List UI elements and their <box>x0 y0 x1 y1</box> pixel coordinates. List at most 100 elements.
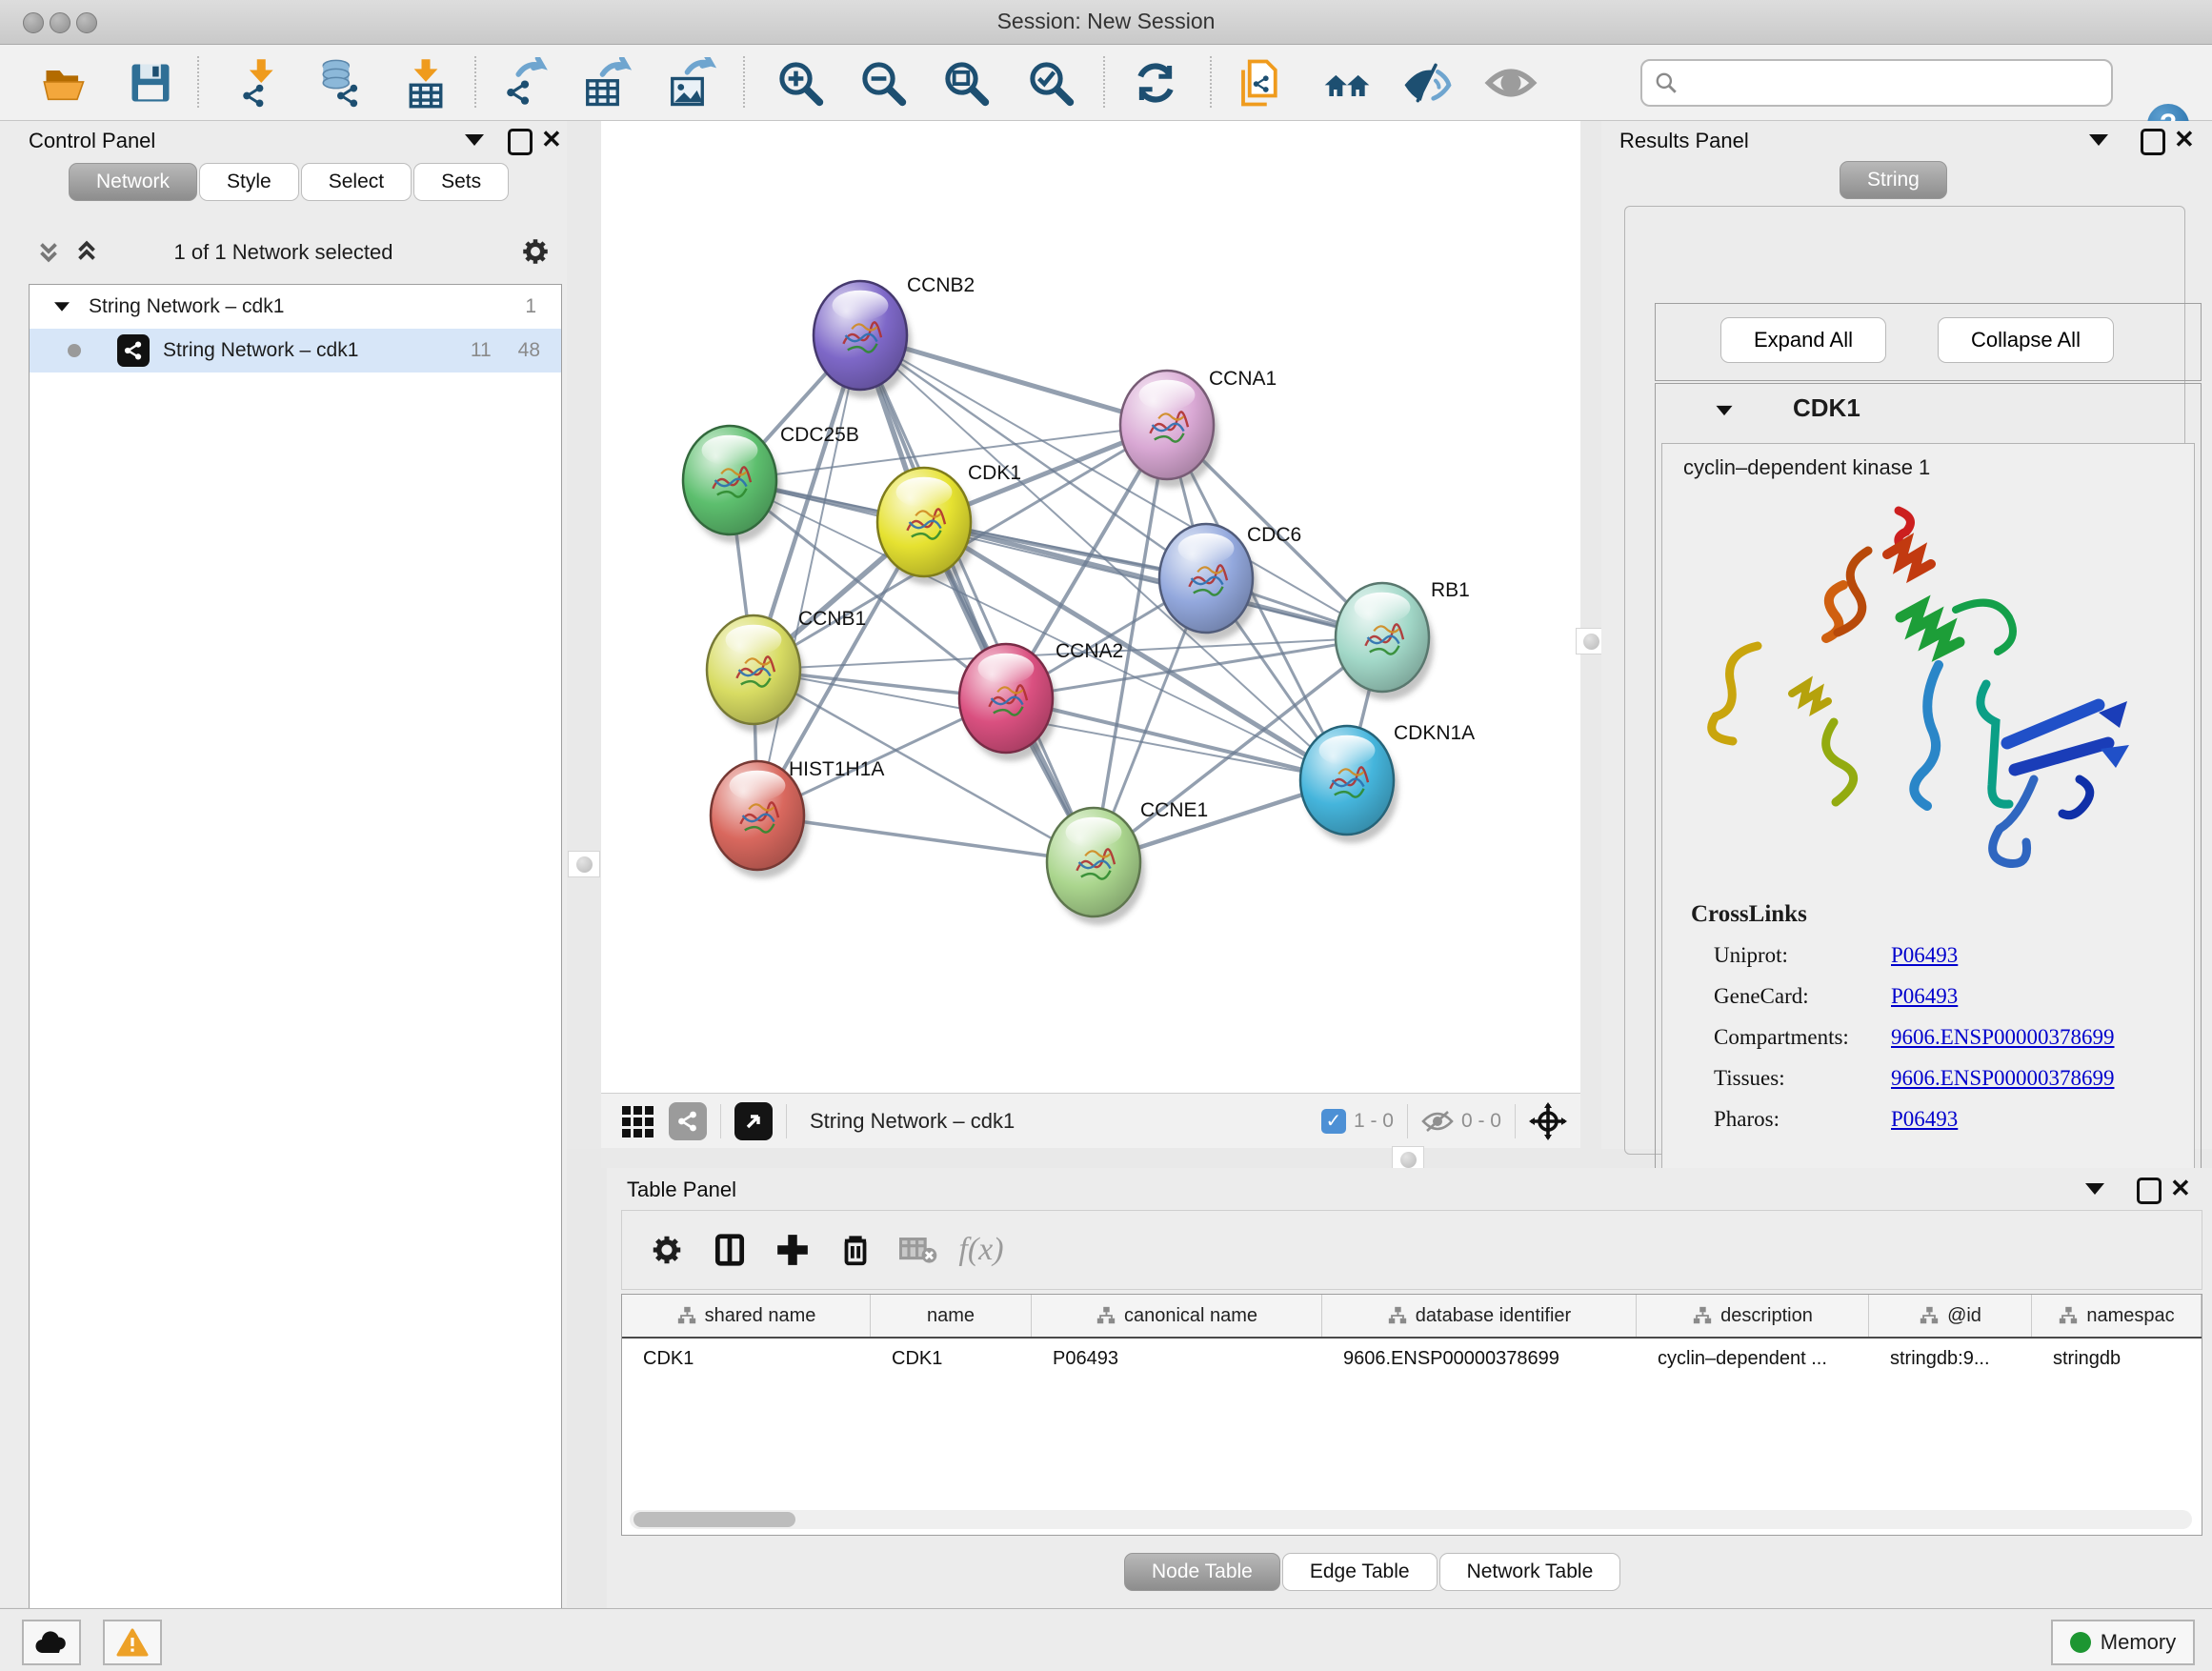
search-input[interactable] <box>1684 70 2111 95</box>
search-box[interactable] <box>1640 59 2113 107</box>
panel-float-icon[interactable] <box>2137 1178 2162 1204</box>
node-HIST1H1A[interactable]: HIST1H1A <box>711 758 884 878</box>
panel-float-icon[interactable] <box>508 129 533 155</box>
duplicate-network-icon[interactable] <box>1234 56 1287 110</box>
network-collection-row[interactable]: String Network – cdk1 1 <box>30 285 561 329</box>
gene-name: CDK1 <box>1793 393 1860 423</box>
grid-view-icon[interactable] <box>622 1106 654 1137</box>
first-neighbors-icon[interactable] <box>1320 56 1374 110</box>
tree-options-gear-icon[interactable] <box>519 235 552 268</box>
tab-style[interactable]: Style <box>199 163 299 201</box>
crosslink-value-link[interactable]: 9606.ENSP00000378699 <box>1891 1066 2115 1091</box>
add-column-icon[interactable] <box>761 1232 824 1268</box>
save-session-icon[interactable] <box>124 56 177 110</box>
column-header-@id[interactable]: @id <box>1869 1295 2032 1337</box>
node-CCNE1[interactable]: CCNE1 <box>1047 799 1208 925</box>
panel-close-icon[interactable]: ✕ <box>2170 1178 2191 1198</box>
vertical-splitter-right[interactable] <box>1580 121 1601 1149</box>
selected-items-checkbox[interactable]: ✓ <box>1321 1109 1346 1134</box>
table-settings-gear-icon[interactable] <box>635 1232 698 1268</box>
zoom-out-icon[interactable] <box>856 56 910 110</box>
apply-layout-icon[interactable] <box>1129 56 1182 110</box>
crosslink-value-link[interactable]: P06493 <box>1891 943 1958 968</box>
export-table-icon[interactable] <box>580 56 633 110</box>
horizontal-scrollbar[interactable] <box>630 1510 2192 1529</box>
delete-column-trash-icon[interactable] <box>824 1232 887 1268</box>
tab-network-table[interactable]: Network Table <box>1439 1553 1621 1591</box>
column-header-description[interactable]: description <box>1637 1295 1869 1337</box>
column-header-canonical-name[interactable]: canonical name <box>1032 1295 1322 1337</box>
edge-CCNB2-CCNE1[interactable] <box>860 335 1094 862</box>
crosslink-value-link[interactable]: 9606.ENSP00000378699 <box>1891 1025 2115 1050</box>
node-CDC25B[interactable]: CDC25B <box>683 424 859 543</box>
crosslink-value-link[interactable]: P06493 <box>1891 984 1958 1009</box>
tab-network[interactable]: Network <box>69 163 197 201</box>
column-header-label: @id <box>1947 1305 1981 1327</box>
panel-menu-icon[interactable] <box>2085 1183 2104 1195</box>
memory-button[interactable]: Memory <box>2051 1620 2195 1665</box>
expand-all-button[interactable]: Expand All <box>1720 317 1886 363</box>
table-cell[interactable]: CDK1 <box>871 1339 1032 1379</box>
table-cell[interactable]: P06493 <box>1032 1339 1322 1379</box>
table-cell[interactable]: stringdb <box>2032 1339 2202 1379</box>
panel-float-icon[interactable] <box>2141 129 2165 155</box>
memory-status-dot-icon <box>2070 1632 2091 1653</box>
scrollbar-thumb[interactable] <box>633 1512 795 1527</box>
pan-crosshair-icon[interactable] <box>1529 1102 1567 1140</box>
table-cell[interactable]: stringdb:9... <box>1869 1339 2032 1379</box>
zoom-selected-icon[interactable] <box>1024 56 1077 110</box>
export-network-icon[interactable] <box>498 56 552 110</box>
function-builder-icon[interactable]: f(x) <box>950 1232 1013 1268</box>
column-header-name[interactable]: name <box>871 1295 1032 1337</box>
import-network-file-icon[interactable] <box>232 56 286 110</box>
birds-eye-view-icon[interactable] <box>734 1102 773 1140</box>
split-columns-icon[interactable] <box>698 1232 761 1268</box>
delete-table-icon[interactable] <box>887 1234 950 1266</box>
table-body: CDK1CDK1P064939606.ENSP00000378699cyclin… <box>622 1339 2202 1379</box>
tab-string[interactable]: String <box>1840 161 1947 199</box>
table-cell[interactable]: 9606.ENSP00000378699 <box>1322 1339 1637 1379</box>
tab-node-table[interactable]: Node Table <box>1124 1553 1280 1591</box>
cloud-button[interactable] <box>22 1620 81 1665</box>
zoom-in-icon[interactable] <box>774 56 827 110</box>
splitter-handle[interactable] <box>568 851 600 877</box>
zoom-fit-icon[interactable] <box>939 56 993 110</box>
export-image-icon[interactable] <box>665 56 718 110</box>
table-cell[interactable]: CDK1 <box>622 1339 871 1379</box>
tab-edge-table[interactable]: Edge Table <box>1282 1553 1438 1591</box>
share-view-icon[interactable] <box>669 1102 707 1140</box>
node-CCNB1[interactable]: CCNB1 <box>707 608 866 733</box>
column-header-shared-name[interactable]: shared name <box>622 1295 871 1337</box>
network-row-selected[interactable]: String Network – cdk1 11 48 <box>30 329 561 372</box>
node-CDC6[interactable]: CDC6 <box>1159 524 1301 641</box>
show-hide-graphics-icon[interactable] <box>1402 56 1456 110</box>
warning-button[interactable] <box>103 1620 162 1665</box>
open-session-icon[interactable] <box>38 56 91 110</box>
collapse-all-button[interactable]: Collapse All <box>1938 317 2114 363</box>
panel-menu-icon[interactable] <box>465 134 484 146</box>
panel-close-icon[interactable]: ✕ <box>2174 129 2195 150</box>
column-header-database-identifier[interactable]: database identifier <box>1322 1295 1637 1337</box>
section-collapse-icon[interactable] <box>1717 406 1733 415</box>
node-CCNA2[interactable]: CCNA2 <box>959 640 1123 761</box>
hidden-items-eye-icon[interactable] <box>1421 1109 1454 1134</box>
network-nodes: CCNB2CCNA1CDC25BCDK1CDC6RB1CCNB1CCNA2CDK… <box>683 274 1475 925</box>
panel-close-icon[interactable]: ✕ <box>541 129 562 150</box>
panel-menu-icon[interactable] <box>2089 134 2108 146</box>
table-row[interactable]: CDK1CDK1P064939606.ENSP00000378699cyclin… <box>622 1339 2202 1379</box>
import-network-database-icon[interactable] <box>312 56 365 110</box>
crosslink-value-link[interactable]: P06493 <box>1891 1107 1958 1132</box>
tab-select[interactable]: Select <box>301 163 412 201</box>
vertical-splitter[interactable] <box>567 121 601 1149</box>
node-CCNA1[interactable]: CCNA1 <box>1120 368 1277 488</box>
edge-CCNB2-HIST1H1A[interactable] <box>757 335 860 815</box>
tab-sets[interactable]: Sets <box>413 163 509 201</box>
collection-collapse-icon[interactable] <box>54 302 70 312</box>
table-cell[interactable]: cyclin–dependent ... <box>1637 1339 1869 1379</box>
import-table-file-icon[interactable] <box>399 56 452 110</box>
node-CDKN1A[interactable]: CDKN1A <box>1300 722 1475 843</box>
column-header-namespac[interactable]: namespac <box>2032 1295 2202 1337</box>
node-RB1[interactable]: RB1 <box>1336 579 1470 700</box>
network-canvas[interactable]: CCNB2CCNA1CDC25BCDK1CDC6RB1CCNB1CCNA2CDK… <box>601 121 1580 1093</box>
node-CCNB2[interactable]: CCNB2 <box>814 274 975 398</box>
